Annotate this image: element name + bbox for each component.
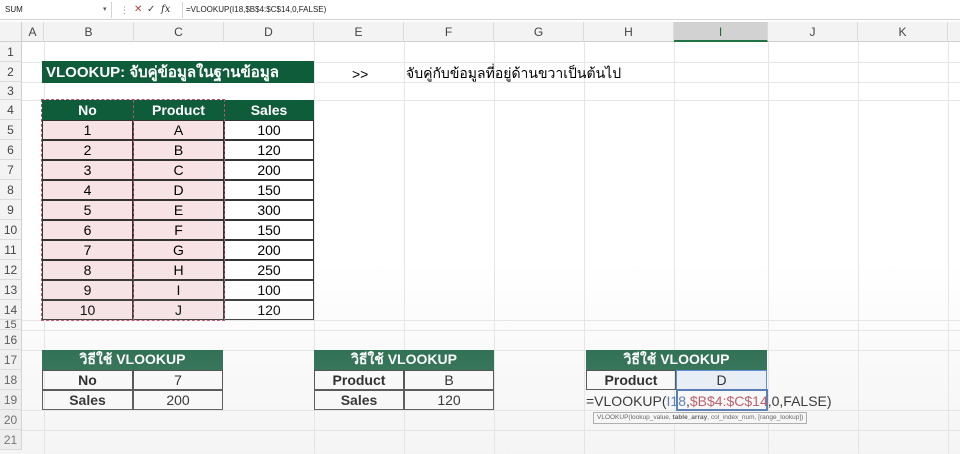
gridline: [22, 330, 960, 331]
row-header-16[interactable]: 16: [0, 330, 22, 350]
row-header-3[interactable]: 3: [0, 82, 22, 100]
row-header-5[interactable]: 5: [0, 120, 22, 140]
row-header-20[interactable]: 20: [0, 410, 22, 430]
row-header-8[interactable]: 8: [0, 180, 22, 200]
col-header-a[interactable]: A: [22, 22, 44, 42]
more-icon[interactable]: ⋮: [120, 2, 129, 18]
note-text: จับคู่กับข้อมูลที่อยู่ด้านขวาเป็นต้นไป: [406, 65, 622, 81]
fx-icon[interactable]: fx: [161, 2, 170, 18]
box1-label-no: No: [42, 370, 133, 390]
title-banner: VLOOKUP: จับคู่ข้อมูลในฐานข้อมูล: [42, 61, 314, 83]
formula-ref-lookup: I18: [666, 393, 686, 409]
table-cell-sales[interactable]: 120: [224, 140, 314, 160]
table-cell-sales[interactable]: 100: [224, 120, 314, 140]
box2-label-product: Product: [314, 370, 404, 390]
gridline: [22, 430, 960, 431]
row-header-13[interactable]: 13: [0, 280, 22, 300]
gridline: [494, 42, 495, 454]
col-header-g[interactable]: G: [494, 22, 584, 42]
row-header-17[interactable]: 17: [0, 350, 22, 370]
row-header-7[interactable]: 7: [0, 160, 22, 180]
row-header-14[interactable]: 14: [0, 300, 22, 320]
table-cell-sales[interactable]: 150: [224, 180, 314, 200]
col-header-e[interactable]: E: [314, 22, 404, 42]
table-cell-sales[interactable]: 200: [224, 160, 314, 180]
select-all-corner[interactable]: [0, 22, 22, 42]
tooltip-current-arg: table_array: [672, 414, 708, 421]
col-header-b[interactable]: B: [44, 22, 134, 42]
col-header-c[interactable]: C: [134, 22, 224, 42]
row-header-4[interactable]: 4: [0, 100, 22, 120]
gridline: [22, 410, 960, 411]
name-box-dropdown-icon[interactable]: ▾: [103, 2, 107, 18]
table-cell-sales[interactable]: 120: [224, 300, 314, 320]
row-header-19[interactable]: 19: [0, 390, 22, 410]
gridline: [948, 42, 949, 454]
formula-prefix: =VLOOKUP(: [586, 393, 667, 409]
box1-value-no[interactable]: 7: [133, 370, 223, 390]
formula-suffix: ,0,FALSE): [767, 393, 832, 409]
row-header-15[interactable]: 15: [0, 320, 22, 331]
box3-value-product[interactable]: D: [676, 370, 767, 390]
tooltip-end: , col_index_num, [range_lookup]): [707, 414, 804, 421]
box1-title: วิธีใช้ VLOOKUP: [42, 350, 223, 370]
col-header-i[interactable]: I: [674, 22, 768, 42]
formula-input[interactable]: =VLOOKUP(I18,$B$4:$C$14,0,FALSE): [182, 2, 326, 18]
row-header-21[interactable]: 21: [0, 430, 22, 450]
table-cell-sales[interactable]: 100: [224, 280, 314, 300]
table-cell-sales[interactable]: 250: [224, 260, 314, 280]
check-icon[interactable]: ✓: [147, 2, 155, 18]
row-header-11[interactable]: 11: [0, 240, 22, 260]
function-tooltip[interactable]: VLOOKUP(lookup_value, table_array, col_i…: [593, 412, 808, 424]
row-header-1[interactable]: 1: [0, 42, 22, 62]
row-header-2[interactable]: 2: [0, 62, 22, 82]
formula-edit-text[interactable]: =VLOOKUP(I18,$B$4:$C$14,0,FALSE): [586, 392, 832, 410]
row-header-12[interactable]: 12: [0, 260, 22, 280]
col-header-f[interactable]: F: [404, 22, 494, 42]
formula-bar: SUM ▾ ⋮ ✕ ✓ fx =VLOOKUP(I18,$B$4:$C$14,0…: [0, 0, 960, 20]
box3-label-product: Product: [586, 370, 676, 390]
gridline: [858, 42, 859, 454]
box2-value-product[interactable]: B: [404, 370, 494, 390]
box2-label-sales: Sales: [314, 390, 404, 410]
table-header-sales: Sales: [224, 100, 314, 120]
box1-value-sales[interactable]: 200: [133, 390, 223, 410]
row-header-6[interactable]: 6: [0, 140, 22, 160]
range-selection-divider: [133, 100, 134, 320]
row-header-18[interactable]: 18: [0, 370, 22, 390]
col-header-h[interactable]: H: [584, 22, 674, 42]
box2-value-sales[interactable]: 120: [404, 390, 494, 410]
box1-label-sales: Sales: [42, 390, 133, 410]
row-header-9[interactable]: 9: [0, 200, 22, 220]
gridline: [584, 42, 585, 454]
col-header-d[interactable]: D: [224, 22, 314, 42]
box2-title: วิธีใช้ VLOOKUP: [314, 350, 494, 370]
row-header-10[interactable]: 10: [0, 220, 22, 240]
name-box[interactable]: SUM: [0, 2, 112, 18]
formula-ref-range: $B$4:$C$14: [689, 393, 768, 409]
table-cell-sales[interactable]: 200: [224, 240, 314, 260]
col-header-j[interactable]: J: [768, 22, 858, 42]
table-cell-sales[interactable]: 300: [224, 200, 314, 220]
table-cell-sales[interactable]: 150: [224, 220, 314, 240]
col-header-k[interactable]: K: [858, 22, 948, 42]
note-arrow: >>: [352, 66, 369, 82]
x-icon[interactable]: ✕: [134, 2, 142, 18]
tooltip-start: VLOOKUP(lookup_value,: [597, 414, 673, 421]
box3-title: วิธีใช้ VLOOKUP: [586, 350, 767, 370]
